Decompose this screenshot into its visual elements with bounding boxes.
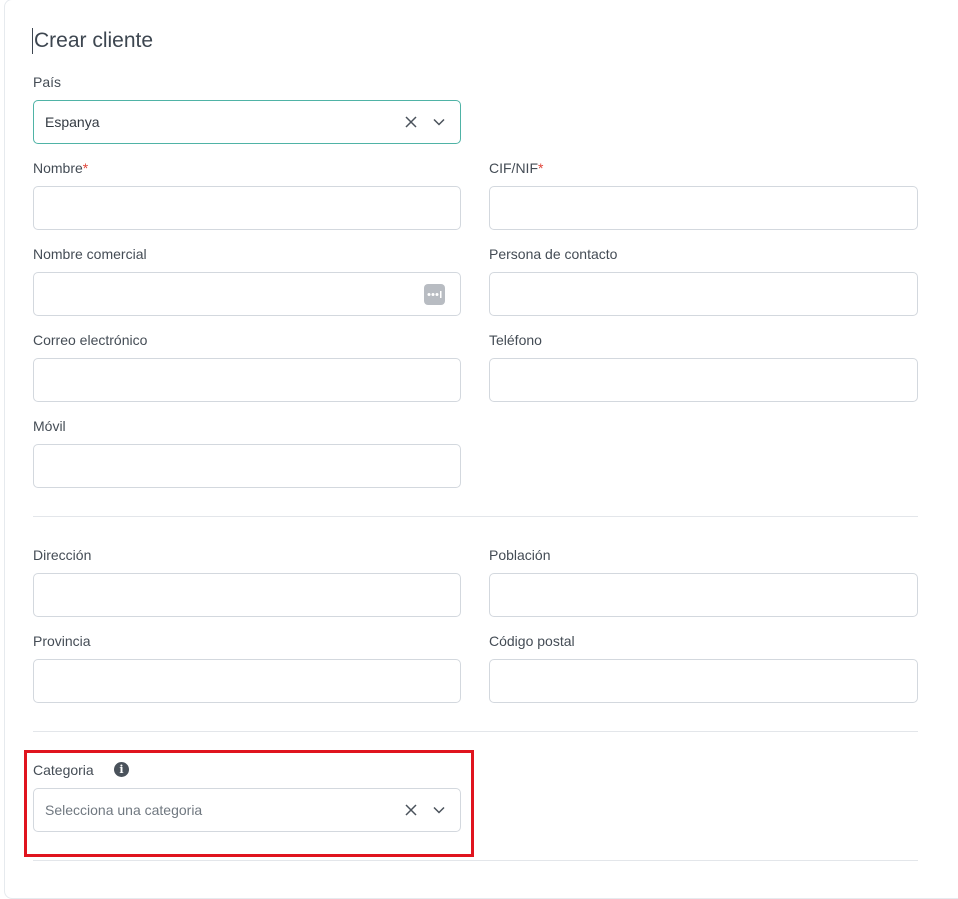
phone-label: Teléfono xyxy=(489,332,542,348)
required-mark: * xyxy=(82,160,89,176)
email-field[interactable] xyxy=(33,358,461,402)
country-label: País xyxy=(33,74,62,90)
trade-name-label: Nombre comercial xyxy=(33,246,147,262)
mobile-field[interactable] xyxy=(33,444,461,488)
email-input[interactable] xyxy=(34,359,460,401)
country-select[interactable]: Espanya xyxy=(33,100,461,144)
required-mark: * xyxy=(538,160,544,176)
contact-person-field[interactable] xyxy=(489,272,918,316)
password-manager-icon[interactable] xyxy=(424,284,445,305)
tax-id-label: CIF/NIF* xyxy=(489,160,544,176)
chevron-down-icon[interactable] xyxy=(431,114,447,130)
close-icon[interactable] xyxy=(403,114,419,130)
tax-id-input[interactable] xyxy=(490,187,917,229)
page-title: Crear cliente xyxy=(32,28,154,54)
city-field[interactable] xyxy=(489,573,918,617)
mobile-label: Móvil xyxy=(33,418,66,434)
contact-person-label: Persona de contacto xyxy=(489,246,618,262)
city-input[interactable] xyxy=(490,574,917,616)
address-label: Dirección xyxy=(33,547,92,563)
province-field[interactable] xyxy=(33,659,461,703)
address-field[interactable] xyxy=(33,573,461,617)
contact-person-input[interactable] xyxy=(490,273,917,315)
name-field[interactable] xyxy=(33,186,461,230)
phone-field[interactable] xyxy=(489,358,918,402)
section-divider xyxy=(33,731,918,732)
section-divider xyxy=(33,860,918,861)
mobile-input[interactable] xyxy=(34,445,460,487)
province-input[interactable] xyxy=(34,660,460,702)
name-label: Nombre* xyxy=(33,160,89,176)
tax-id-field[interactable] xyxy=(489,186,918,230)
trade-name-field[interactable] xyxy=(33,272,461,316)
section-divider xyxy=(33,516,918,517)
name-input[interactable] xyxy=(34,187,460,229)
category-highlight-box xyxy=(24,750,474,857)
country-select-value: Espanya xyxy=(45,114,100,130)
city-label: Población xyxy=(489,547,551,563)
phone-input[interactable] xyxy=(490,359,917,401)
trade-name-input[interactable] xyxy=(34,273,460,315)
postal-code-field[interactable] xyxy=(489,659,918,703)
address-input[interactable] xyxy=(34,574,460,616)
email-label: Correo electrónico xyxy=(33,332,148,348)
postal-code-label: Código postal xyxy=(489,633,575,649)
postal-code-input[interactable] xyxy=(490,660,917,702)
province-label: Provincia xyxy=(33,633,91,649)
